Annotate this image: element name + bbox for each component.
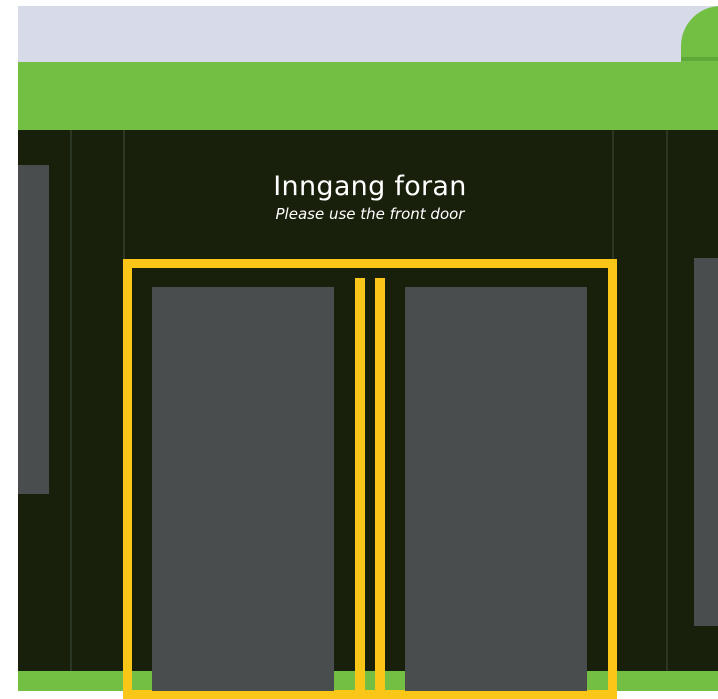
sky-background [18,6,718,62]
side-window-left [18,165,49,494]
door-right-glass [405,287,587,691]
door-left-glass [152,287,334,691]
panel-seam [666,130,668,671]
roof-shadow [681,57,718,61]
panel-seam [70,130,72,671]
door-center-bar-right [375,278,385,691]
sign-subtitle: Please use the front door [275,205,465,223]
entrance-sign: Inngang foran Please use the front door [123,170,617,224]
bus-roof-stripe [18,62,718,130]
side-window-right [694,258,718,626]
sign-title: Inngang foran [273,171,467,202]
door-center-bar-left [355,278,365,691]
